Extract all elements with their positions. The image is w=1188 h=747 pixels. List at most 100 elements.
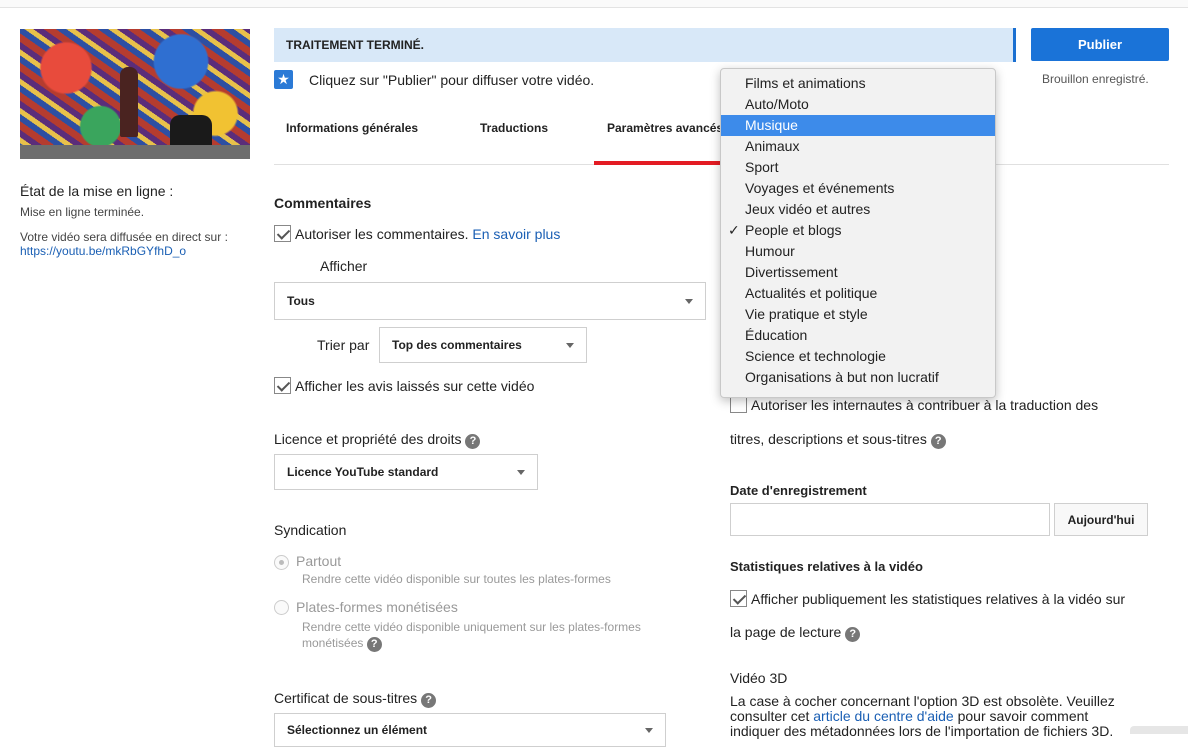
dropdown-item-label: Organisations à but non lucratif (745, 369, 939, 385)
dropdown-item-sport[interactable]: Sport (721, 157, 995, 178)
video-stats-heading: Statistiques relatives à la vidéo (730, 559, 923, 574)
video-3d-line1: La case à cocher concernant l'option 3D … (730, 693, 1115, 709)
dropdown-item-label: Sport (745, 159, 779, 175)
dropdown-item-divertissement[interactable]: Divertissement (721, 262, 995, 283)
upload-status-title: État de la mise en ligne : (20, 183, 174, 199)
dropdown-item-label: Humour (745, 243, 795, 259)
syndication-monetized-desc-text: Rendre cette vidéo disponible uniquement… (302, 620, 641, 650)
live-url-link[interactable]: https://youtu.be/mkRbGYfhD_o (20, 244, 186, 258)
help-icon[interactable]: ? (465, 434, 481, 449)
dropdown-item-films[interactable]: Films et animations (721, 73, 995, 94)
syndication-everywhere-desc: Rendre cette vidéo disponible sur toutes… (302, 572, 611, 586)
help-icon[interactable]: ? (366, 637, 382, 652)
syndication-monetized-radio[interactable] (274, 600, 289, 615)
license-heading: Licence et propriété des droits ? (274, 431, 481, 449)
public-stats-line2-text: la page de lecture (730, 624, 842, 640)
dropdown-item-science[interactable]: Science et technologie (721, 346, 995, 367)
help-center-article-link[interactable]: article du centre d'aide (813, 708, 953, 724)
video-3d-line2-post: pour savoir comment (953, 708, 1089, 724)
dropdown-item-actualites[interactable]: Actualités et politique (721, 283, 995, 304)
public-stats-checkbox[interactable] (730, 590, 747, 607)
help-icon[interactable]: ? (421, 693, 437, 708)
show-comments-label: Afficher (320, 258, 368, 274)
sort-comments-select[interactable]: Top des commentaires (379, 327, 587, 363)
syndication-monetized-label: Plates-formes monétisées (296, 599, 458, 615)
dropdown-item-label: Divertissement (745, 264, 838, 280)
license-select[interactable]: Licence YouTube standard (274, 454, 538, 490)
help-icon[interactable]: ? (845, 627, 861, 642)
subtitles-select[interactable]: Sélectionnez un élément (274, 713, 666, 747)
dropdown-item-humour[interactable]: Humour (721, 241, 995, 262)
star-icon: ★ (274, 70, 293, 89)
dropdown-item-jeux-video[interactable]: Jeux vidéo et autres (721, 199, 995, 220)
allow-comments-text: Autoriser les commentaires. (295, 226, 469, 242)
chevron-down-icon (517, 469, 525, 475)
dropdown-item-people-blogs[interactable]: ✓ People et blogs (721, 220, 995, 241)
processing-status: TRAITEMENT TERMINÉ. (286, 38, 424, 52)
help-icon[interactable]: ? (930, 434, 946, 449)
dropdown-item-label: Vie pratique et style (745, 306, 868, 322)
tab-traductions[interactable]: Traductions (480, 121, 548, 135)
allow-comments-label: Autoriser les commentaires. En savoir pl… (295, 226, 560, 242)
video-3d-line3: indiquer des métadonnées lors de l'impor… (730, 723, 1114, 739)
video-thumbnail[interactable] (20, 29, 250, 159)
chevron-down-icon (566, 342, 574, 348)
tab-informations-generales[interactable]: Informations générales (286, 121, 418, 135)
video-3d-line2-pre: consulter cet (730, 708, 814, 724)
scrollbar-corner[interactable] (1130, 726, 1188, 734)
comments-heading: Commentaires (274, 195, 372, 211)
dropdown-item-label: Auto/Moto (745, 96, 809, 112)
dropdown-item-label: Voyages et événements (745, 180, 895, 196)
recording-date-heading: Date d'enregistrement (730, 483, 867, 498)
dropdown-item-label: Actualités et politique (745, 285, 878, 301)
dropdown-item-auto-moto[interactable]: Auto/Moto (721, 94, 995, 115)
upload-status-line: Mise en ligne terminée. (20, 205, 145, 219)
video-3d-line2: consulter cet article du centre d'aide p… (730, 709, 1170, 724)
allow-translations-line1: Autoriser les internautes à contribuer à… (751, 397, 1099, 413)
recording-date-input[interactable] (730, 503, 1050, 536)
sort-comments-value: Top des commentaires (392, 338, 522, 352)
syndication-everywhere-radio[interactable] (274, 555, 289, 570)
license-value: Licence YouTube standard (287, 465, 439, 479)
dropdown-item-label: People et blogs (745, 222, 842, 238)
dropdown-item-label: Éducation (745, 327, 808, 343)
dropdown-item-animaux[interactable]: Animaux (721, 136, 995, 157)
live-url-text: Votre vidéo sera diffusée en direct sur … (20, 230, 250, 258)
draft-status: Brouillon enregistré. (1042, 72, 1149, 86)
today-button[interactable]: Aujourd'hui (1054, 503, 1148, 536)
publish-hint: Cliquez sur "Publier" pour diffuser votr… (309, 72, 595, 88)
dropdown-item-vie-pratique[interactable]: Vie pratique et style (721, 304, 995, 325)
show-ratings-checkbox[interactable] (274, 377, 291, 394)
dropdown-item-label: Films et animations (745, 75, 866, 91)
dropdown-item-label: Jeux vidéo et autres (745, 201, 871, 217)
checkmark-icon: ✓ (728, 222, 740, 238)
license-heading-text: Licence et propriété des droits (274, 431, 462, 447)
chevron-down-icon (645, 727, 653, 733)
public-stats-line2: la page de lecture ? (730, 624, 861, 642)
video-3d-heading: Vidéo 3D (730, 670, 788, 686)
subtitles-value: Sélectionnez un élément (287, 723, 428, 737)
publish-button[interactable]: Publier (1031, 28, 1169, 61)
dropdown-item-voyages[interactable]: Voyages et événements (721, 178, 995, 199)
syndication-everywhere-label: Partout (296, 553, 342, 569)
learn-more-link[interactable]: En savoir plus (472, 226, 560, 242)
tab-parametres-avances[interactable]: Paramètres avancés (607, 121, 720, 135)
allow-translations-checkbox[interactable] (730, 396, 747, 413)
allow-translations-line2: titres, descriptions et sous-titres ? (730, 431, 946, 449)
video-3d-paragraph: La case à cocher concernant l'option 3D … (730, 694, 1170, 739)
show-comments-select[interactable]: Tous (274, 282, 706, 320)
public-stats-line1: Afficher publiquement les statistiques r… (751, 591, 1126, 607)
allow-translations-line2-text: titres, descriptions et sous-titres (730, 431, 927, 447)
sort-by-label: Trier par (317, 337, 370, 353)
show-comments-value: Tous (287, 294, 315, 308)
dropdown-item-organisations[interactable]: Organisations à but non lucratif (721, 367, 995, 388)
thumbnail-person (120, 67, 138, 137)
show-ratings-label: Afficher les avis laissés sur cette vidé… (295, 378, 535, 394)
dropdown-item-education[interactable]: Éducation (721, 325, 995, 346)
dropdown-item-label: Science et technologie (745, 348, 886, 364)
top-border (0, 0, 1188, 8)
dropdown-item-musique[interactable]: Musique (721, 115, 995, 136)
allow-comments-checkbox[interactable] (274, 225, 291, 242)
chevron-down-icon (685, 298, 693, 304)
category-dropdown-menu[interactable]: Films et animations Auto/Moto Musique An… (720, 68, 996, 398)
